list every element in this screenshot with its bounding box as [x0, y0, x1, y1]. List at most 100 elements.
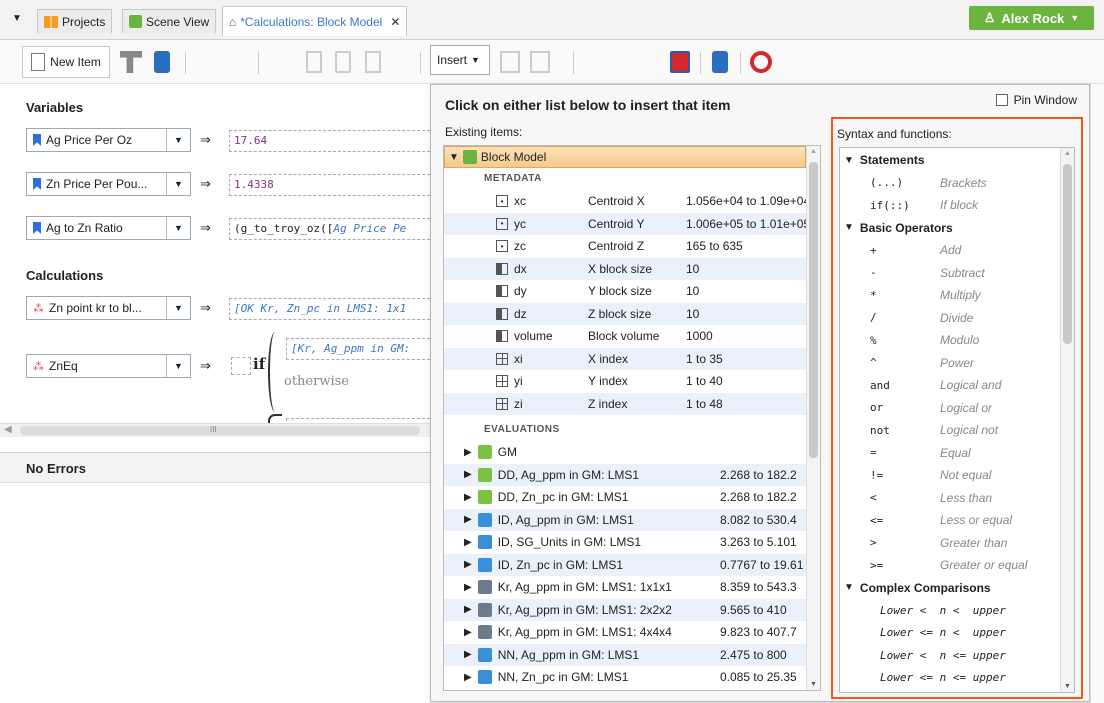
scrollbar-thumb[interactable] — [809, 162, 818, 458]
new-item-button[interactable]: New Item — [22, 46, 110, 78]
syntax-item[interactable]: <= Less or equal — [840, 509, 1060, 532]
syntax-item[interactable]: / Divide — [840, 307, 1060, 330]
metadata-row[interactable]: xi X index 1 to 35 — [444, 347, 806, 370]
syntax-item[interactable]: Lower <= n < upper — [840, 622, 1060, 645]
syntax-scrollbar[interactable]: ▲ ▼ — [1060, 148, 1074, 692]
tab-projects[interactable]: Projects — [37, 9, 113, 33]
insert-button[interactable]: Insert ▼ — [430, 45, 490, 75]
scroll-up-icon[interactable]: ▲ — [1064, 150, 1071, 157]
syntax-item[interactable]: or Logical or — [840, 397, 1060, 420]
tab-menu-dropdown-icon[interactable]: ▼ — [12, 13, 22, 24]
expand-right-icon[interactable]: ▶ — [464, 582, 472, 593]
evaluation-row[interactable]: ▶ NN, Ag_ppm in GM: LMS1 2.475 to 800 — [444, 643, 806, 666]
expand-right-icon[interactable]: ▶ — [464, 537, 472, 548]
scroll-down-icon[interactable]: ▼ — [810, 681, 817, 688]
horizontal-scrollbar[interactable]: ◀ III — [0, 423, 430, 437]
existing-items-scrollbar[interactable]: ▲ ▼ — [806, 146, 820, 690]
evaluation-row[interactable]: ▶ Kr, Ag_ppm in GM: LMS1: 2x2x2 9.565 to 4… — [444, 598, 806, 621]
scroll-up-icon[interactable]: ▲ — [810, 148, 817, 155]
expand-down-icon[interactable]: ▼ — [844, 155, 854, 166]
metadata-row[interactable]: zi Z index 1 to 48 — [444, 392, 806, 415]
expand-down-icon[interactable]: ▼ — [844, 222, 854, 233]
chevron-down-icon[interactable]: ▼ — [166, 217, 190, 239]
variable-expression[interactable]: 1.4338 — [229, 174, 430, 196]
evaluation-row[interactable]: ▶ NN, Zn_pc in GM: LMS1 0.085 to 25.35 — [444, 666, 806, 689]
copy-icon[interactable] — [306, 51, 322, 73]
right-scroll-strip[interactable] — [1090, 84, 1104, 703]
expand-right-icon[interactable]: ▶ — [464, 447, 472, 458]
syntax-item[interactable]: (...) Brackets — [840, 172, 1060, 195]
scroll-left-icon[interactable]: ◀ — [4, 424, 12, 435]
metadata-row[interactable]: • yc Centroid Y 1.006e+05 to 1.01e+05 — [444, 212, 810, 235]
evaluation-row[interactable]: ▶ Kr, Ag_ppm in GM: LMS1: 1x1x1 8.359 to 5… — [444, 576, 806, 599]
expand-right-icon[interactable]: ▶ — [464, 649, 472, 660]
syntax-item[interactable]: ^ Power — [840, 352, 1060, 375]
syntax-item[interactable]: < Less than — [840, 487, 1060, 510]
syntax-item[interactable]: Lower < n < upper — [840, 599, 1060, 622]
save-icon[interactable] — [670, 51, 690, 73]
variable-selector[interactable]: Ag to Zn Ratio ▼ — [26, 216, 191, 240]
expand-right-icon[interactable]: ▶ — [464, 469, 472, 480]
paste-icon[interactable] — [335, 51, 351, 73]
expand-down-icon[interactable]: ▼ — [844, 582, 854, 593]
variable-expression[interactable]: (g_to_troy_oz([Ag Price Pe — [229, 218, 430, 240]
calculation-expression[interactable]: [OK Kr, Zn_pc in LMS1: 1x1 — [229, 298, 430, 320]
complex-comparisons-section[interactable]: ▼ Complex Comparisons — [840, 577, 1060, 600]
calculation-selector[interactable]: ⁂ ZnEq ▼ — [26, 354, 191, 378]
export-icon[interactable] — [712, 51, 728, 73]
metadata-row[interactable]: volume Block volume 1000 — [444, 325, 806, 348]
metadata-row[interactable]: • zc Centroid Z 165 to 635 — [444, 235, 806, 258]
evaluation-row[interactable]: ▶ ID, Zn_pc in GM: LMS1 0.7767 to 19.61 — [444, 553, 806, 576]
expand-right-icon[interactable]: ▶ — [464, 627, 472, 638]
checkbox-icon[interactable] — [995, 94, 1008, 106]
syntax-item[interactable]: Lower < n <= upper — [840, 644, 1060, 667]
metadata-row[interactable]: • xc Centroid X 1.056e+04 to 1.09e+04 — [444, 190, 810, 213]
syntax-item[interactable]: - Subtract — [840, 262, 1060, 285]
metadata-row[interactable]: yi Y index 1 to 40 — [444, 370, 806, 393]
condition-expression[interactable]: [Kr, Ag_ppm in GM: — [286, 338, 430, 360]
help-icon[interactable] — [750, 51, 772, 73]
expand-right-icon[interactable]: ▶ — [464, 604, 472, 615]
variable-selector[interactable]: Ag Price Per Oz ▼ — [26, 128, 191, 152]
insert-row-icon[interactable] — [500, 51, 520, 73]
expand-right-icon[interactable]: ▶ — [464, 559, 472, 570]
block-model-row[interactable]: ▼ Block Model — [444, 146, 806, 168]
evaluation-row[interactable]: ▶ DD, Zn_pc in GM: LMS1 2.268 to 182.2 — [444, 486, 806, 509]
syntax-item[interactable]: + Add — [840, 239, 1060, 262]
syntax-item[interactable]: Lower <= n <= upper — [840, 667, 1060, 690]
user-menu-button[interactable]: ♙ Alex Rock ▼ — [969, 6, 1094, 30]
evaluation-row[interactable]: ▶ DD, Ag_ppm in GM: LMS1 2.268 to 182.2 — [444, 463, 806, 486]
syntax-item[interactable]: and Logical and — [840, 374, 1060, 397]
variable-selector[interactable]: Zn Price Per Pou... ▼ — [26, 172, 191, 196]
calculation-selector[interactable]: ⁂ Zn point kr to bl... ▼ — [26, 296, 191, 320]
add-calculation-icon[interactable] — [120, 51, 142, 73]
chevron-down-icon[interactable]: ▼ — [166, 297, 190, 319]
syntax-item[interactable]: >= Greater or equal — [840, 554, 1060, 577]
syntax-functions-list[interactable]: ▼ Statements (...) Brackets if(::) If block ▼ B… — [839, 147, 1075, 693]
syntax-item[interactable]: % Modulo — [840, 329, 1060, 352]
scroll-down-icon[interactable]: ▼ — [1064, 683, 1071, 690]
if-placeholder[interactable] — [231, 357, 251, 375]
syntax-item[interactable]: = Equal — [840, 442, 1060, 465]
paste-special-icon[interactable] — [365, 51, 381, 73]
syntax-item[interactable]: if(::) If block — [840, 194, 1060, 217]
chevron-down-icon[interactable]: ▼ — [166, 129, 190, 151]
expand-right-icon[interactable]: ▶ — [464, 514, 472, 525]
chevron-down-icon[interactable]: ▼ — [166, 355, 190, 377]
evaluation-row[interactable]: ▶ ID, SG_Units in GM: LMS1 3.263 to 5.101 — [444, 531, 806, 554]
pin-window-checkbox[interactable]: Pin Window — [995, 93, 1077, 107]
chevron-down-icon[interactable]: ▼ — [166, 173, 190, 195]
evaluation-row[interactable]: ▶ Kr, Ag_ppm in GM: LMS1: 4x4x4 9.823 to 4… — [444, 621, 806, 644]
existing-items-list[interactable]: ▼ Block Model METADATA • xc Centroid X 1.05… — [443, 145, 821, 691]
add-variable-icon[interactable] — [154, 51, 170, 73]
close-icon[interactable]: ✕ — [390, 15, 400, 29]
statements-section[interactable]: ▼ Statements — [840, 149, 1060, 172]
evaluation-row[interactable]: ▶ ID, Ag_ppm in GM: LMS1 8.082 to 530.4 — [444, 508, 806, 531]
metadata-row[interactable]: dx X block size 10 — [444, 257, 806, 280]
variable-expression[interactable]: 17.64 — [229, 130, 430, 152]
tab-calculations[interactable]: ⌂ *Calculations: Block Model ✕ — [222, 6, 408, 36]
expand-right-icon[interactable]: ▶ — [464, 672, 472, 683]
insert-column-icon[interactable] — [530, 51, 550, 73]
scrollbar-thumb[interactable] — [1063, 164, 1072, 344]
metadata-row[interactable]: dz Z block size 10 — [444, 302, 806, 325]
